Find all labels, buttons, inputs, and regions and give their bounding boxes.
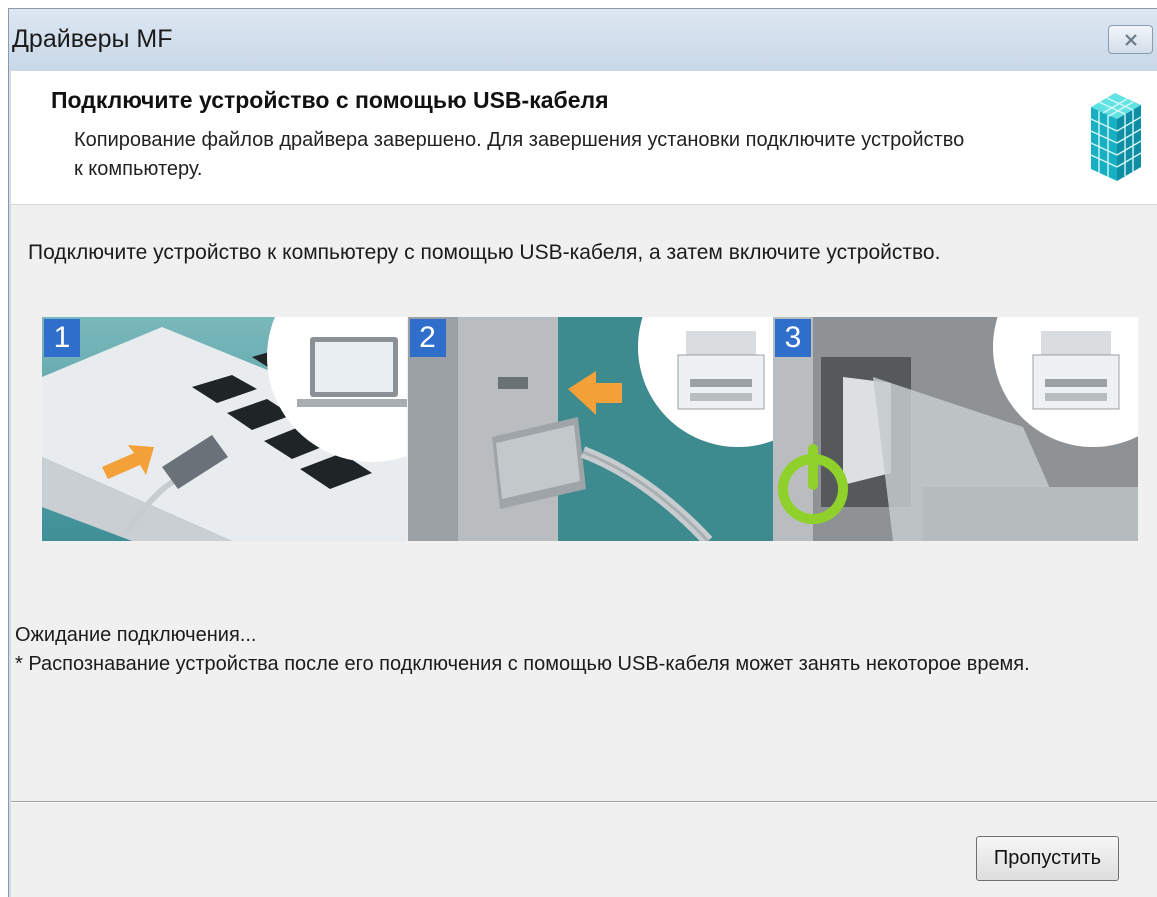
title-bar[interactable]: Драйверы MF <box>9 9 1157 71</box>
step-2-panel: 2 <box>407 317 773 541</box>
footer-divider <box>11 801 1157 803</box>
close-icon <box>1125 34 1137 46</box>
step-3-panel: 3 <box>773 317 1138 541</box>
step-3-badge: 3 <box>775 319 811 357</box>
dialog-body: Подключите устройство с помощью USB-кабе… <box>11 71 1157 897</box>
printer-mini-icon <box>1032 331 1120 410</box>
driver-cubes-icon <box>1090 93 1142 181</box>
step-1-badge: 1 <box>44 319 80 357</box>
status-area: Ожидание подключения... * Распознавание … <box>15 621 1135 679</box>
laptop-usb-icon <box>42 317 407 541</box>
close-button[interactable] <box>1108 25 1153 54</box>
header-panel: Подключите устройство с помощью USB-кабе… <box>11 71 1157 205</box>
power-switch-icon <box>773 317 1138 541</box>
window-title: Драйверы MF <box>12 25 173 53</box>
laptop-mini-icon <box>297 337 407 407</box>
steps-illustration: 1 2 3 <box>42 317 1138 541</box>
skip-button[interactable]: Пропустить <box>976 836 1119 881</box>
printer-usb-port-icon <box>407 317 773 541</box>
waiting-status: Ожидание подключения... <box>15 624 257 646</box>
page-title: Подключите устройство с помощью USB-кабе… <box>51 87 609 113</box>
printer-mini-icon <box>677 331 764 410</box>
installer-window: Драйверы MF Подключите устройство с помо… <box>8 8 1157 897</box>
recognition-note: * Распознавание устройства после его под… <box>15 653 1030 675</box>
page-description: Копирование файлов драйвера завершено. Д… <box>74 129 965 180</box>
instruction-text: Подключите устройство к компьютеру с пом… <box>28 241 941 264</box>
step-2-badge: 2 <box>409 319 446 357</box>
step-1-panel: 1 <box>42 317 407 541</box>
